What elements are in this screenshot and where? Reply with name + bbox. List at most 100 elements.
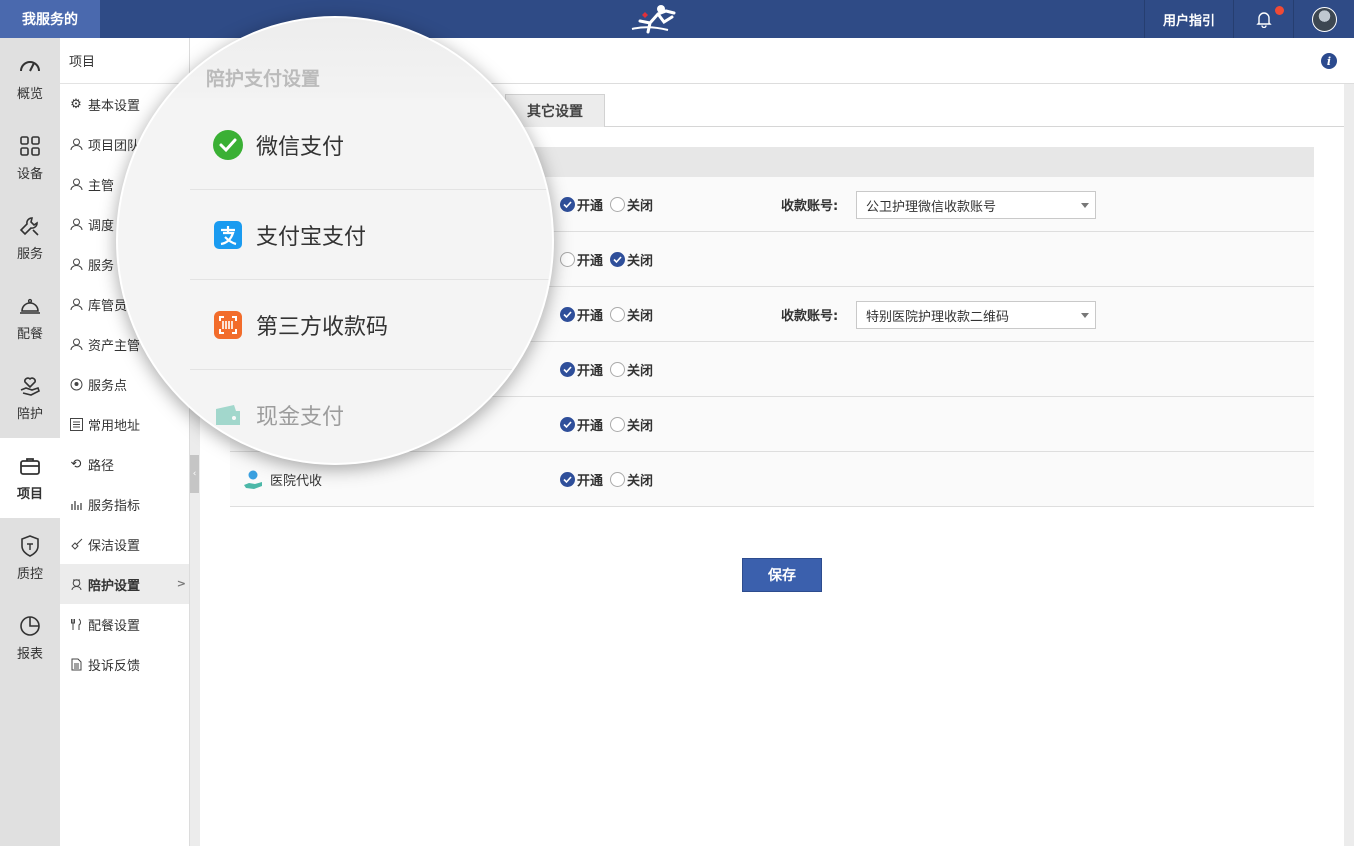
cash-icon (216, 405, 240, 425)
lens-section-title: 陪护支付设置 (206, 68, 321, 90)
shield-icon (21, 535, 39, 557)
nav-label: 配餐 (16, 327, 43, 342)
radio-enable[interactable]: 开通 (560, 251, 603, 269)
radio-label: 关闭 (627, 418, 654, 434)
radio-disable[interactable]: 关闭 (610, 416, 654, 434)
check-icon (560, 416, 575, 432)
avatar[interactable] (1312, 7, 1337, 32)
user-guide-link[interactable]: 用户指引 (1144, 0, 1234, 38)
loop-icon: ⟲ (70, 456, 82, 472)
sidebar-item-complaints[interactable]: 投诉反馈 (60, 644, 189, 684)
account-label: 收款账号: (781, 199, 839, 214)
radio-label: 关闭 (627, 363, 654, 379)
nav-label: 设备 (16, 167, 43, 182)
payment-label: 支付宝支付 (256, 225, 367, 250)
user-icon (69, 137, 83, 151)
sidebar-item-label: 服务 (88, 258, 115, 274)
payment-option-cash: 现金支付 (190, 370, 552, 460)
magnifier-lens: 陪护支付设置 微信支付 支付宝支付 第三方收款码 现金支付 (116, 16, 554, 465)
radio-label: 开通 (577, 418, 604, 434)
notification-badge (1275, 6, 1284, 15)
alipay-icon (214, 221, 242, 249)
nav-label: 项目 (16, 487, 43, 502)
nav-reports[interactable]: 报表 (0, 598, 60, 678)
radio-disable[interactable]: 关闭 (610, 251, 653, 269)
broom-icon (69, 537, 83, 551)
sidebar-item-label: 保洁设置 (88, 538, 141, 554)
radio-enable[interactable]: 开通 (560, 416, 604, 434)
chevron-down-icon (1081, 313, 1089, 318)
nav-quality[interactable]: 质控 (0, 518, 60, 598)
radio-disable[interactable]: 关闭 (610, 471, 654, 489)
nav-devices[interactable]: 设备 (0, 118, 60, 198)
nav-label: 陪护 (16, 407, 43, 422)
lens-header-band (118, 18, 552, 98)
document-icon (69, 657, 83, 671)
runner-logo-icon (631, 5, 676, 34)
radio-enable[interactable]: 开通 (560, 306, 603, 324)
chevron-right-icon: > (176, 577, 186, 590)
qrcode-icon (214, 311, 242, 339)
nav-escort[interactable]: 陪护 (0, 358, 60, 438)
radio-enable[interactable]: 开通 (560, 471, 603, 489)
sidebar-item-route[interactable]: ⟲ 路径 (60, 444, 189, 484)
payment-label: 微信支付 (256, 135, 345, 160)
list-icon (69, 417, 83, 431)
nav-catering[interactable]: 配餐 (0, 278, 60, 358)
gear-icon: ⚙ (70, 96, 82, 112)
check-icon (610, 251, 625, 267)
user-icon (69, 217, 83, 231)
notifications-button[interactable] (1234, 0, 1294, 38)
nav-service[interactable]: 服务 (0, 198, 60, 278)
sidebar-item-metrics[interactable]: 服务指标 (60, 484, 189, 524)
radio-circle (610, 196, 625, 212)
user-icon (69, 337, 83, 351)
location-pin-icon (69, 377, 83, 391)
radio-disable[interactable]: 关闭 (610, 196, 653, 214)
sidebar-item-escort-settings[interactable]: 陪护设置 > (60, 564, 189, 604)
cloche-icon (20, 298, 40, 314)
sidebar-item-cleaning[interactable]: 保洁设置 (60, 524, 189, 564)
sidebar-item-label: 服务指标 (88, 498, 141, 514)
nav-overview[interactable]: 概览 (0, 38, 60, 118)
chevron-down-icon (1081, 203, 1089, 208)
info-icon[interactable]: i (1321, 53, 1337, 69)
radio-enable[interactable]: 开通 (560, 196, 603, 214)
hand-money-icon (244, 470, 262, 489)
account-select[interactable]: 公卫护理微信收款账号 (856, 191, 1096, 219)
select-value: 公卫护理微信收款账号 (866, 199, 997, 215)
payment-option-qrcode: 第三方收款码 (190, 280, 552, 370)
radio-circle (610, 361, 625, 377)
bar-chart-icon (69, 497, 83, 511)
radio-disable[interactable]: 关闭 (610, 306, 653, 324)
sidebar-item-label: 项目团队 (88, 138, 141, 154)
sidebar-item-label: 配餐设置 (88, 618, 141, 634)
user-icon (69, 177, 83, 191)
sidebar-item-catering-settings[interactable]: 配餐设置 (60, 604, 189, 644)
radio-enable[interactable]: 开通 (560, 361, 603, 379)
radio-circle (610, 306, 625, 322)
sidebar-item-label: 资产主管 (88, 338, 141, 354)
account-select[interactable]: 特别医院护理收款二维码 (856, 301, 1096, 329)
sidebar-item-addresses[interactable]: 常用地址 (60, 404, 189, 444)
brand-label[interactable]: 我服务的 (0, 0, 100, 38)
radio-label: 关闭 (627, 473, 654, 489)
nav-label: 概览 (16, 87, 43, 102)
grid-icon (20, 136, 40, 156)
sidebar-item-label: 主管 (88, 178, 115, 194)
select-value: 特别医院护理收款二维码 (866, 309, 1010, 325)
check-icon (560, 306, 575, 322)
main-nav-rail: 概览 设备 服务 配餐 陪护 项目 质控 报表 (0, 38, 60, 846)
check-icon (560, 471, 575, 487)
sidebar-collapse-handle[interactable]: ‹ (190, 455, 199, 493)
nav-label: 报表 (16, 647, 43, 662)
nav-project[interactable]: 项目 (0, 438, 60, 518)
save-button[interactable]: 保存 (742, 558, 822, 592)
sidebar-item-label: 库管员 (88, 298, 128, 314)
briefcase-icon (20, 458, 40, 475)
sidebar-item-label: 陪护设置 (88, 578, 141, 594)
nurse-icon (69, 577, 83, 591)
pie-chart-icon (20, 616, 40, 636)
radio-disable[interactable]: 关闭 (610, 361, 654, 379)
fork-knife-icon (69, 617, 83, 631)
